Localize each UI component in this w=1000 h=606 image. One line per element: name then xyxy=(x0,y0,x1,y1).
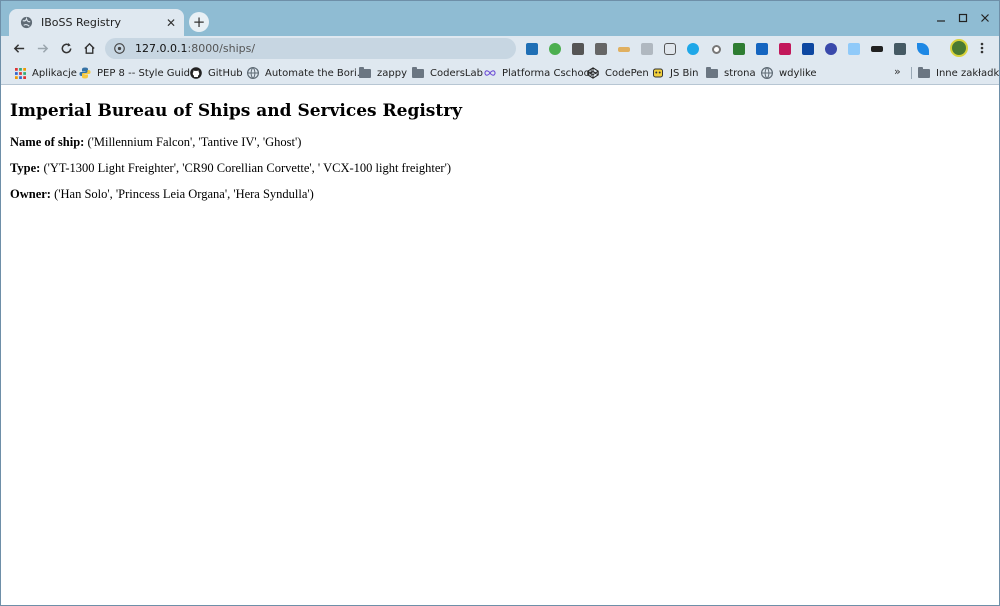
tab-strip: IBoSS Registry ✕ + xyxy=(1,1,999,36)
globe-icon xyxy=(247,67,259,79)
ship-owner-row: Owner: ('Han Solo', 'Princess Leia Organ… xyxy=(10,187,992,202)
bookmark-folder-coderslab[interactable]: CodersLab xyxy=(412,65,483,81)
bookmark-folder-strona[interactable]: strona xyxy=(706,65,756,81)
folder-icon xyxy=(412,66,424,79)
url-host: 127.0.0.1 xyxy=(135,42,188,55)
ship-name-row: Name of ship: ('Millennium Falcon', 'Tan… xyxy=(10,135,992,150)
bookmark-automate[interactable]: Automate the Bori... xyxy=(247,65,366,81)
bookmark-folder-other[interactable]: Inne zakładki xyxy=(918,65,999,81)
python-icon xyxy=(79,67,91,79)
bookmark-github[interactable]: GitHub xyxy=(190,65,243,81)
ship-name-value: ('Millennium Falcon', 'Tantive IV', 'Gho… xyxy=(84,135,302,149)
browser-window: IBoSS Registry ✕ + 127.0.0.1:8000/ships… xyxy=(0,0,1000,606)
board-extension-icon[interactable] xyxy=(569,40,587,58)
address-bar[interactable]: 127.0.0.1 :8000/ships/ xyxy=(105,38,516,59)
trello-extension-icon[interactable] xyxy=(523,40,541,58)
bookmark-folder-zappy[interactable]: zappy xyxy=(359,65,407,81)
ship-type-value: ('YT-1300 Light Freighter', 'CR90 Corell… xyxy=(40,161,452,175)
site-info-icon[interactable] xyxy=(113,43,125,55)
pocket-extension-icon[interactable] xyxy=(661,40,679,58)
bookmark-codepen[interactable]: CodePen xyxy=(587,65,649,81)
sphere-extension-icon[interactable] xyxy=(822,40,840,58)
apps-grid-icon xyxy=(14,67,26,79)
feather-extension-icon[interactable] xyxy=(914,40,932,58)
page-content: Imperial Bureau of Ships and Services Re… xyxy=(1,86,999,605)
ruler-extension-icon[interactable] xyxy=(615,40,633,58)
tab-title: IBoSS Registry xyxy=(41,16,122,29)
bookmark-aplikacje[interactable]: Aplikacje xyxy=(14,65,77,81)
mask-extension-icon[interactable] xyxy=(868,40,886,58)
folder-icon xyxy=(706,66,718,79)
back-arrow-icon[interactable] xyxy=(9,38,29,58)
page-title: Imperial Bureau of Ships and Services Re… xyxy=(10,101,463,121)
forward-arrow-icon[interactable] xyxy=(32,38,52,58)
refresh-extension-icon[interactable] xyxy=(546,40,564,58)
image-extension-icon[interactable] xyxy=(891,40,909,58)
ship-owner-value: ('Han Solo', 'Princess Leia Organa', 'He… xyxy=(50,187,314,201)
extensions-row xyxy=(523,40,932,58)
puzzle-extension-icon[interactable] xyxy=(730,40,748,58)
plus-extension-icon[interactable] xyxy=(684,40,702,58)
jsbin-icon xyxy=(652,67,664,79)
reload-icon[interactable] xyxy=(56,38,76,58)
bookmarks-divider xyxy=(911,67,912,79)
ship-type-label: Type: xyxy=(10,161,41,175)
bookmark-jsbin[interactable]: JS Bin xyxy=(652,65,698,81)
reader-extension-icon[interactable] xyxy=(638,40,656,58)
toolbar: 127.0.0.1 :8000/ships/ xyxy=(1,36,999,61)
bookmarks-overflow-button[interactable]: » xyxy=(894,65,901,78)
kanban-extension-icon[interactable] xyxy=(753,40,771,58)
globe-icon xyxy=(761,67,773,79)
codepen-icon xyxy=(587,67,599,79)
infinity-icon xyxy=(484,67,496,79)
bookmark-platforma-cschool[interactable]: Platforma Cschool xyxy=(484,65,593,81)
folder-icon xyxy=(918,66,930,79)
ship-owner-label: Owner: xyxy=(10,187,51,201)
new-tab-button[interactable]: + xyxy=(189,12,209,32)
profile-avatar[interactable] xyxy=(950,39,968,57)
chart-extension-icon[interactable] xyxy=(776,40,794,58)
globe-icon xyxy=(19,16,33,30)
ship-type-row: Type: ('YT-1300 Light Freighter', 'CR90 … xyxy=(10,161,992,176)
maximize-icon[interactable] xyxy=(952,7,974,29)
minimize-icon[interactable] xyxy=(930,7,952,29)
layout-extension-icon[interactable] xyxy=(592,40,610,58)
menu-icon[interactable] xyxy=(976,39,988,57)
home-icon[interactable] xyxy=(79,38,99,58)
bookmarks-bar: Aplikacje PEP 8 -- Style Guid... GitHub … xyxy=(1,61,999,85)
close-window-icon[interactable] xyxy=(974,7,996,29)
ship-name-label: Name of ship: xyxy=(10,135,85,149)
bookmark-wdylike[interactable]: wdylike xyxy=(761,65,817,81)
table-extension-icon[interactable] xyxy=(799,40,817,58)
folder-icon xyxy=(359,66,371,79)
close-icon[interactable]: ✕ xyxy=(162,14,180,32)
github-icon xyxy=(190,67,202,79)
tab-iboss-registry[interactable]: IBoSS Registry ✕ xyxy=(9,9,184,36)
grid-extension-icon[interactable] xyxy=(845,40,863,58)
circle-extension-icon[interactable] xyxy=(707,40,725,58)
bookmark-pep8[interactable]: PEP 8 -- Style Guid... xyxy=(79,65,200,81)
url-path: :8000/ships/ xyxy=(187,42,256,55)
